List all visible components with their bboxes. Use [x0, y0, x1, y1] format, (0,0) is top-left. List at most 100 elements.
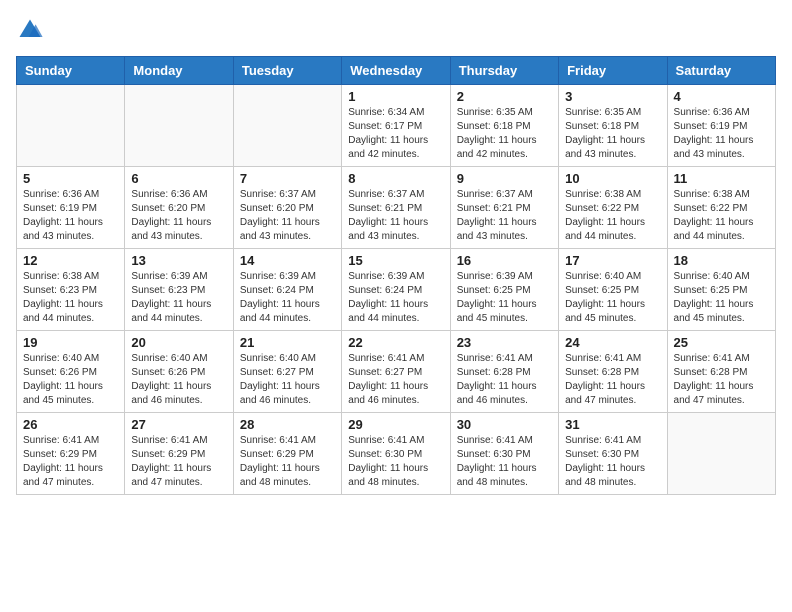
calendar-day-cell: 1Sunrise: 6:34 AM Sunset: 6:17 PM Daylig…: [342, 85, 450, 167]
day-info: Sunrise: 6:37 AM Sunset: 6:20 PM Dayligh…: [240, 188, 335, 244]
day-number: 6: [131, 171, 226, 186]
calendar-day-cell: 24 Sunrise: 6:41 AM Sunset: 6:28 PM Dayli…: [559, 331, 667, 413]
day-number: 18: [674, 253, 769, 268]
day-info: Sunrise: 6:41 AM Sunset: 6:28 PM Dayligh…: [674, 352, 769, 408]
day-of-week-header: Friday: [559, 57, 667, 85]
day-number: 7: [240, 171, 335, 186]
calendar-day-cell: 17 Sunrise: 6:40 AM Sunset: 6:25 PM Dayli…: [559, 249, 667, 331]
day-number: 14: [240, 253, 335, 268]
day-number: 16: [457, 253, 552, 268]
day-number: 27: [131, 417, 226, 432]
day-number: 26: [23, 417, 118, 432]
calendar-day-cell: 3 Sunrise: 6:35 AM Sunset: 6:18 PM Daylig…: [559, 85, 667, 167]
calendar-day-cell: 7 Sunrise: 6:37 AM Sunset: 6:20 PM Daylig…: [233, 167, 341, 249]
day-number: 13: [131, 253, 226, 268]
calendar-day-cell: 22 Sunrise: 6:41 AM Sunset: 6:27 PM Dayli…: [342, 331, 450, 413]
day-number: 23: [457, 335, 552, 350]
calendar-week-row: 26 Sunrise: 6:41 AM Sunset: 6:29 PM Dayli…: [17, 413, 776, 495]
calendar-day-cell: 21Sunrise: 6:40 AM Sunset: 6:27 PM Dayli…: [233, 331, 341, 413]
day-info: Sunrise: 6:41 AM Sunset: 6:27 PM Dayligh…: [348, 352, 443, 408]
calendar-day-cell: 10 Sunrise: 6:38 AM Sunset: 6:22 PM Dayli…: [559, 167, 667, 249]
calendar-week-row: 1Sunrise: 6:34 AM Sunset: 6:17 PM Daylig…: [17, 85, 776, 167]
day-number: 29: [348, 417, 443, 432]
day-info: Sunrise: 6:36 AM Sunset: 6:19 PM Dayligh…: [674, 106, 769, 162]
day-number: 2: [457, 89, 552, 104]
day-number: 10: [565, 171, 660, 186]
day-info: Sunrise: 6:41 AM Sunset: 6:28 PM Dayligh…: [565, 352, 660, 408]
calendar-day-cell: 28Sunrise: 6:41 AM Sunset: 6:29 PM Dayli…: [233, 413, 341, 495]
calendar-day-cell: 9 Sunrise: 6:37 AM Sunset: 6:21 PM Daylig…: [450, 167, 558, 249]
calendar-day-cell: 18 Sunrise: 6:40 AM Sunset: 6:25 PM Dayli…: [667, 249, 775, 331]
day-number: 17: [565, 253, 660, 268]
calendar-day-cell: 31 Sunrise: 6:41 AM Sunset: 6:30 PM Dayli…: [559, 413, 667, 495]
day-info: Sunrise: 6:37 AM Sunset: 6:21 PM Dayligh…: [348, 188, 443, 244]
calendar-day-cell: 29 Sunrise: 6:41 AM Sunset: 6:30 PM Dayli…: [342, 413, 450, 495]
calendar-day-cell: 14 Sunrise: 6:39 AM Sunset: 6:24 PM Dayli…: [233, 249, 341, 331]
calendar-day-cell: [233, 85, 341, 167]
day-info: Sunrise: 6:38 AM Sunset: 6:23 PM Dayligh…: [23, 270, 118, 326]
day-info: Sunrise: 6:38 AM Sunset: 6:22 PM Dayligh…: [674, 188, 769, 244]
day-info: Sunrise: 6:39 AM Sunset: 6:23 PM Dayligh…: [131, 270, 226, 326]
calendar-day-cell: [125, 85, 233, 167]
day-of-week-header: Wednesday: [342, 57, 450, 85]
day-info: Sunrise: 6:41 AM Sunset: 6:30 PM Dayligh…: [565, 434, 660, 490]
day-number: 22: [348, 335, 443, 350]
day-info: Sunrise: 6:40 AM Sunset: 6:25 PM Dayligh…: [565, 270, 660, 326]
day-number: 20: [131, 335, 226, 350]
day-of-week-header: Thursday: [450, 57, 558, 85]
calendar-day-cell: [17, 85, 125, 167]
day-info: Sunrise: 6:37 AM Sunset: 6:21 PM Dayligh…: [457, 188, 552, 244]
day-info: Sunrise: 6:41 AM Sunset: 6:28 PM Dayligh…: [457, 352, 552, 408]
calendar-day-cell: 13 Sunrise: 6:39 AM Sunset: 6:23 PM Dayli…: [125, 249, 233, 331]
calendar-day-cell: 5 Sunrise: 6:36 AM Sunset: 6:19 PM Daylig…: [17, 167, 125, 249]
calendar-day-cell: [667, 413, 775, 495]
calendar-day-cell: 27 Sunrise: 6:41 AM Sunset: 6:29 PM Dayli…: [125, 413, 233, 495]
day-info: Sunrise: 6:41 AM Sunset: 6:30 PM Dayligh…: [457, 434, 552, 490]
day-info: Sunrise: 6:40 AM Sunset: 6:26 PM Dayligh…: [131, 352, 226, 408]
day-number: 15: [348, 253, 443, 268]
calendar-day-cell: 15 Sunrise: 6:39 AM Sunset: 6:24 PM Dayli…: [342, 249, 450, 331]
day-info: Sunrise: 6:40 AM Sunset: 6:25 PM Dayligh…: [674, 270, 769, 326]
day-info: Sunrise: 6:41 AM Sunset: 6:30 PM Dayligh…: [348, 434, 443, 490]
calendar-day-cell: 25 Sunrise: 6:41 AM Sunset: 6:28 PM Dayli…: [667, 331, 775, 413]
day-number: 21: [240, 335, 335, 350]
calendar-day-cell: 26Sunrise: 6:41 AM Sunset: 6:29 PM Dayli…: [17, 413, 125, 495]
calendar-week-row: 19Sunrise: 6:40 AM Sunset: 6:26 PM Dayli…: [17, 331, 776, 413]
calendar-table: SundayMondayTuesdayWednesdayThursdayFrid…: [16, 56, 776, 495]
day-info: Sunrise: 6:35 AM Sunset: 6:18 PM Dayligh…: [457, 106, 552, 162]
day-info: Sunrise: 6:35 AM Sunset: 6:18 PM Dayligh…: [565, 106, 660, 162]
calendar-day-cell: 12 Sunrise: 6:38 AM Sunset: 6:23 PM Dayli…: [17, 249, 125, 331]
day-info: Sunrise: 6:39 AM Sunset: 6:24 PM Dayligh…: [348, 270, 443, 326]
calendar-header-row: SundayMondayTuesdayWednesdayThursdayFrid…: [17, 57, 776, 85]
day-number: 3: [565, 89, 660, 104]
day-number: 5: [23, 171, 118, 186]
day-info: Sunrise: 6:38 AM Sunset: 6:22 PM Dayligh…: [565, 188, 660, 244]
day-info: Sunrise: 6:39 AM Sunset: 6:24 PM Dayligh…: [240, 270, 335, 326]
day-info: Sunrise: 6:41 AM Sunset: 6:29 PM Dayligh…: [131, 434, 226, 490]
day-info: Sunrise: 6:41 AM Sunset: 6:29 PM Dayligh…: [240, 434, 335, 490]
day-number: 31: [565, 417, 660, 432]
day-number: 4: [674, 89, 769, 104]
day-of-week-header: Sunday: [17, 57, 125, 85]
day-info: Sunrise: 6:40 AM Sunset: 6:26 PM Dayligh…: [23, 352, 118, 408]
day-number: 1: [348, 89, 443, 104]
calendar-day-cell: 19Sunrise: 6:40 AM Sunset: 6:26 PM Dayli…: [17, 331, 125, 413]
page-header: [16, 16, 776, 44]
calendar-day-cell: 20 Sunrise: 6:40 AM Sunset: 6:26 PM Dayli…: [125, 331, 233, 413]
calendar-day-cell: 4 Sunrise: 6:36 AM Sunset: 6:19 PM Daylig…: [667, 85, 775, 167]
day-number: 24: [565, 335, 660, 350]
day-of-week-header: Monday: [125, 57, 233, 85]
logo: [16, 16, 48, 44]
day-number: 25: [674, 335, 769, 350]
day-of-week-header: Saturday: [667, 57, 775, 85]
calendar-day-cell: 30Sunrise: 6:41 AM Sunset: 6:30 PM Dayli…: [450, 413, 558, 495]
calendar-day-cell: 6Sunrise: 6:36 AM Sunset: 6:20 PM Daylig…: [125, 167, 233, 249]
day-number: 9: [457, 171, 552, 186]
day-info: Sunrise: 6:36 AM Sunset: 6:19 PM Dayligh…: [23, 188, 118, 244]
day-number: 11: [674, 171, 769, 186]
calendar-week-row: 12 Sunrise: 6:38 AM Sunset: 6:23 PM Dayli…: [17, 249, 776, 331]
calendar-week-row: 5 Sunrise: 6:36 AM Sunset: 6:19 PM Daylig…: [17, 167, 776, 249]
day-of-week-header: Tuesday: [233, 57, 341, 85]
calendar-day-cell: 23 Sunrise: 6:41 AM Sunset: 6:28 PM Dayli…: [450, 331, 558, 413]
day-number: 12: [23, 253, 118, 268]
